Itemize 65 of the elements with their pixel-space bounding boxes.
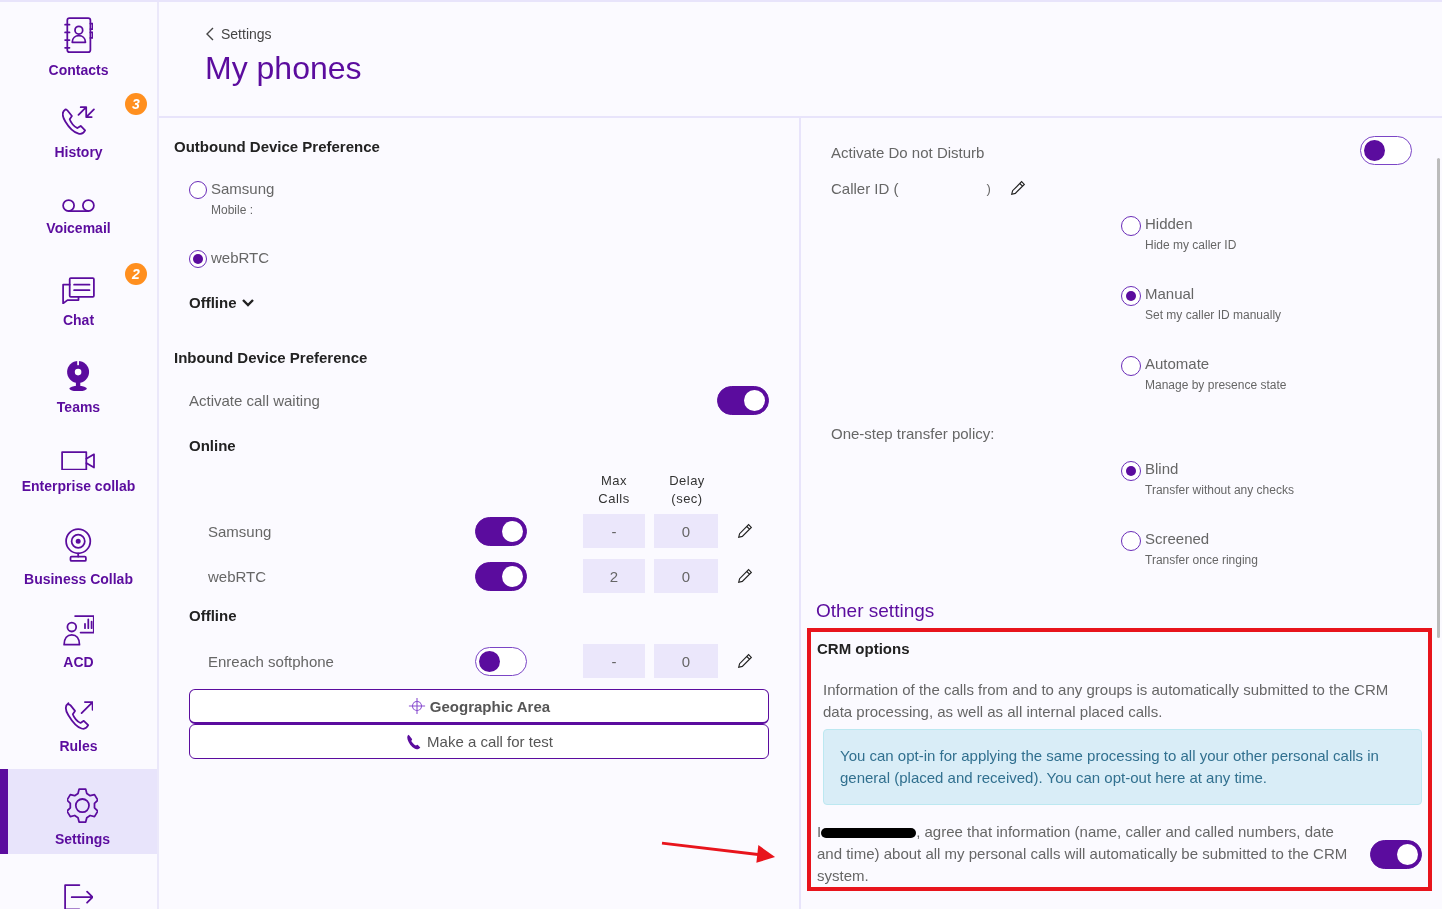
setting-label: Activate call waiting (189, 392, 320, 409)
option-label: Manual (1145, 285, 1196, 302)
sidebar-item[interactable]: Chat 2 (0, 259, 157, 344)
setting-label: Caller ID ( (831, 179, 899, 197)
delay-field[interactable]: 0 (654, 514, 718, 548)
device-name: Enreach softphone (208, 652, 335, 670)
nav-label: Rules (59, 738, 98, 755)
sidebar-item[interactable]: History 3 (0, 89, 157, 174)
option-label: Samsung (211, 180, 275, 197)
back-link[interactable]: Settings (205, 26, 1442, 42)
device-name: Samsung (208, 522, 273, 540)
sidebar-item[interactable]: Rules (0, 684, 157, 769)
setting-label: ) (986, 180, 991, 196)
option-label: Automate (1145, 355, 1211, 372)
geographic-area-button[interactable]: Geographic Area (189, 689, 769, 724)
page-title: My phones (205, 50, 363, 87)
nav-label: ACD (63, 653, 94, 670)
crm-title: CRM options (817, 640, 911, 657)
option-label: Hidden (1145, 215, 1194, 232)
option-description: Transfer once ringing (1145, 553, 1258, 567)
max-calls-field[interactable]: - (583, 514, 645, 548)
option-label: Screened (1145, 530, 1211, 547)
column-header: Max Calls (597, 472, 631, 508)
count-badge: 2 (125, 263, 147, 285)
sidebar-item[interactable]: Contacts (0, 4, 157, 89)
nav-label: History (54, 143, 103, 160)
max-calls-field[interactable]: - (583, 644, 645, 678)
nav-label: Contacts (48, 61, 109, 78)
nav-label: Business Collab (24, 570, 133, 587)
setting-label: Activate Do not Disturb (831, 144, 985, 161)
nav-label: Teams (56, 399, 101, 416)
sidebar-item[interactable]: Enterprise collab (0, 429, 157, 514)
section-title: Outbound Device Preference (174, 138, 381, 155)
sidebar-item[interactable]: Voicemail (0, 174, 157, 259)
group-title: Offline (189, 607, 238, 624)
sidebar-item[interactable]: Business Collab (0, 514, 157, 599)
sidebar-item[interactable]: Settings (0, 769, 157, 854)
option-description: Mobile : (211, 203, 255, 217)
section-title: Other settings (816, 600, 936, 622)
nav-label: Settings (54, 831, 111, 848)
sidebar-item[interactable]: ACD (0, 599, 157, 684)
option-label: webRTC (211, 249, 270, 266)
delay-field[interactable]: 0 (654, 644, 718, 678)
option-description: Manage by presence state (1145, 378, 1287, 392)
nav-label: Enterprise collab (21, 478, 136, 495)
column-header: Delay (sec) (668, 472, 706, 508)
section-title: Inbound Device Preference (174, 349, 369, 366)
group-title: Online (189, 437, 237, 454)
device-name: webRTC (208, 567, 268, 585)
offline-dropdown[interactable]: Offline (189, 294, 255, 311)
nav-label: Chat (62, 312, 95, 329)
info-text: Information of the calls from and to any groups is automatically submitted to the CRM data processing, as well as all internal placed calls. (823, 680, 1390, 722)
nav-label: Voicemail (46, 220, 111, 237)
max-calls-field[interactable]: 2 (583, 559, 645, 593)
consent-text: I , agree that information (name, caller and called numbers, date and time) about all my personal calls will automatically be submitted to the CRM system. (817, 822, 1349, 886)
option-description: Transfer without any checks (1145, 483, 1294, 497)
delay-field[interactable]: 0 (654, 559, 718, 593)
count-badge: 3 (125, 93, 147, 115)
setting-label: One-step transfer policy: (831, 425, 996, 442)
notice-text: You can opt-in for applying the same processing to all your other personal calls in general (placed and received). You can opt-out here at any time. (823, 729, 1422, 805)
sidebar-item[interactable]: Teams (0, 344, 157, 429)
option-description: Set my caller ID manually (1145, 308, 1282, 322)
test-call-button[interactable]: Make a call for test (189, 724, 769, 759)
option-label: Blind (1145, 460, 1180, 477)
option-description: Hide my caller ID (1145, 238, 1237, 252)
